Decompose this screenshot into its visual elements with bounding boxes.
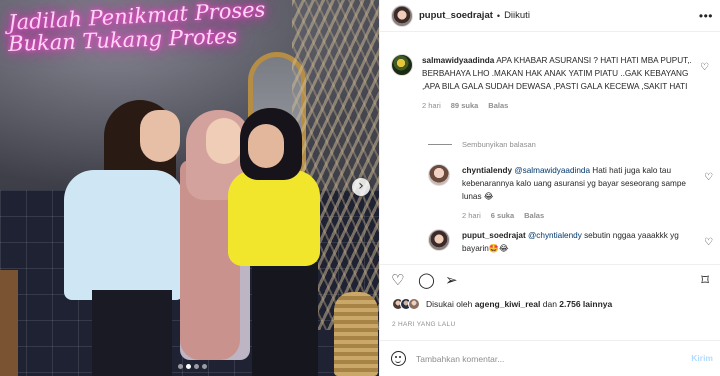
comment-likes[interactable]: 6 suka xyxy=(491,211,514,220)
comment-text: chyntialendy @salmawidyaadinda Hati hati… xyxy=(462,164,697,203)
comment-body: chyntialendy @salmawidyaadinda Hati hati… xyxy=(462,164,697,220)
comment-username[interactable]: salmawidyaadinda xyxy=(422,56,494,65)
avatar[interactable] xyxy=(391,4,413,27)
reply-comment: chyntialendy @salmawidyaadinda Hati hati… xyxy=(428,164,713,220)
avatar xyxy=(408,298,420,310)
heart-icon[interactable]: ♡ xyxy=(704,237,713,248)
comment-input[interactable] xyxy=(416,353,676,364)
comment-likes[interactable]: 89 suka xyxy=(451,101,479,110)
comment-username[interactable]: puput_soedrajat xyxy=(462,231,526,240)
post-panel: puput_soedrajat • Diikuti ••• salmawidya… xyxy=(379,0,720,376)
comment-username[interactable]: chyntialendy xyxy=(462,166,512,175)
comment-body: salmawidyaadinda APA KHABAR ASURANSI ? H… xyxy=(422,54,702,110)
likes-count[interactable]: 2.756 lainnya xyxy=(559,299,612,309)
add-comment-bar: Kirim xyxy=(380,340,720,376)
comment-meta: 2 hari 6 suka Balas xyxy=(462,211,697,220)
comment-time[interactable]: 2 hari xyxy=(422,101,441,110)
comment: salmawidyaadinda APA KHABAR ASURANSI ? H… xyxy=(391,54,709,110)
post-timestamp[interactable]: 2 HARI YANG LALU xyxy=(392,321,455,328)
follow-status[interactable]: Diikuti xyxy=(504,10,530,21)
carousel-dot xyxy=(202,364,207,369)
post-header: puput_soedrajat • Diikuti ••• xyxy=(380,0,720,32)
heart-icon[interactable]: ♡ xyxy=(700,62,709,73)
comment-text: salmawidyaadinda APA KHABAR ASURANSI ? H… xyxy=(422,54,702,93)
comment-time[interactable]: 2 hari xyxy=(462,211,481,220)
header-username[interactable]: puput_soedrajat xyxy=(419,10,493,21)
person-right-face xyxy=(248,124,284,168)
comment-body: puput_soedrajat @chyntialendy sebutin ng… xyxy=(462,229,697,255)
reply-comment: puput_soedrajat @chyntialendy sebutin ng… xyxy=(428,229,713,255)
liked-by-connector: dan xyxy=(542,299,557,309)
hide-replies-label: Sembunyikan balasan xyxy=(462,140,536,149)
comment-icon[interactable]: ◯ xyxy=(418,271,435,289)
post-actions: ♡ ◯ ➢ ⌑ xyxy=(380,264,720,294)
heart-icon[interactable]: ♡ xyxy=(704,172,713,183)
person-right-pants xyxy=(252,262,318,376)
person-left-shirt xyxy=(64,170,184,300)
comment-mention[interactable]: @salmawidyaadinda xyxy=(514,166,590,175)
header-separator: • xyxy=(496,10,501,21)
comment-mention[interactable]: @chyntialendy xyxy=(528,231,582,240)
divider xyxy=(428,144,452,145)
avatar[interactable] xyxy=(428,164,450,186)
liked-by-text: Disukai oleh ageng_kiwi_real dan 2.756 l… xyxy=(426,299,612,309)
wooden-shelf xyxy=(0,270,18,376)
person-middle-face xyxy=(206,118,242,164)
post-photo[interactable]: Jadilah Penikmat Proses Bukan Tukang Pro… xyxy=(0,0,379,376)
person-left-face xyxy=(140,110,180,162)
avatar[interactable] xyxy=(428,229,450,251)
comments-thread[interactable]: salmawidyaadinda APA KHABAR ASURANSI ? H… xyxy=(380,32,720,264)
emoji-icon[interactable] xyxy=(391,351,406,366)
carousel-dot xyxy=(194,364,199,369)
liked-by-user[interactable]: ageng_kiwi_real xyxy=(475,299,541,309)
carousel-dots xyxy=(178,364,207,369)
hide-replies-button[interactable]: Sembunyikan balasan xyxy=(428,140,536,149)
rattan-vase xyxy=(334,292,378,376)
liked-by: Disukai oleh ageng_kiwi_real dan 2.756 l… xyxy=(392,298,612,310)
person-right-sweater xyxy=(228,170,320,266)
carousel-dot xyxy=(186,364,191,369)
reply-button[interactable]: Balas xyxy=(524,211,544,220)
carousel-dot xyxy=(178,364,183,369)
post-comment-button[interactable]: Kirim xyxy=(691,353,713,363)
person-left-pants xyxy=(92,290,172,376)
heart-icon[interactable]: ♡ xyxy=(391,271,404,289)
liked-by-prefix: Disukai oleh xyxy=(426,299,473,309)
send-icon[interactable]: ➢ xyxy=(445,271,458,289)
comment-text: puput_soedrajat @chyntialendy sebutin ng… xyxy=(462,229,697,255)
bookmark-icon[interactable]: ⌑ xyxy=(701,271,709,289)
reply-button[interactable]: Balas xyxy=(488,101,508,110)
avatar[interactable] xyxy=(391,54,413,76)
comment-meta: 2 hari 89 suka Balas xyxy=(422,101,702,110)
more-horizontal-icon[interactable]: ••• xyxy=(699,9,713,23)
chevron-right-icon[interactable]: › xyxy=(352,178,370,196)
